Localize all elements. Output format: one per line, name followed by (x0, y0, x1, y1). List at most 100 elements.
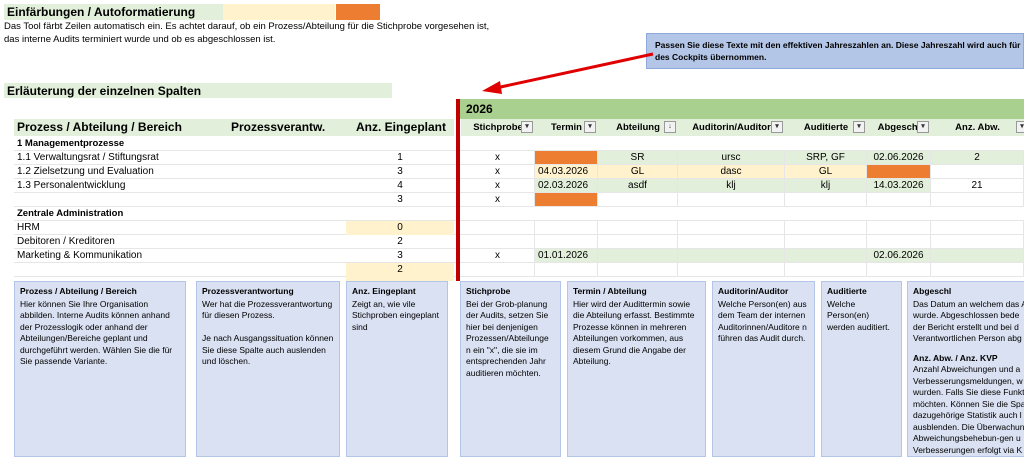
abt-cell[interactable] (598, 193, 678, 207)
auditierte-cell[interactable] (785, 263, 867, 277)
auditor-cell[interactable] (678, 249, 785, 263)
abw-cell[interactable] (931, 221, 1024, 235)
termin-cell[interactable] (535, 263, 598, 277)
year-callout-note: Passen Sie diese Texte mit den effektive… (646, 33, 1024, 69)
header-abteilung[interactable]: Abteilung ↓ (598, 119, 678, 136)
header-termin[interactable]: Termin ▾ (535, 119, 598, 136)
planned-count-cell[interactable]: 3 (346, 165, 454, 179)
year-divider-line (456, 99, 460, 281)
header-stichprobe[interactable]: Stichprobe ▾ (461, 119, 535, 136)
termin-cell[interactable]: 02.03.2026 (535, 179, 598, 193)
filter-dropdown-icon[interactable]: ▾ (1016, 121, 1024, 133)
stich-cell[interactable]: x (461, 179, 535, 193)
auditor-cell[interactable] (678, 193, 785, 207)
explanation-title: Prozess / Abteilung / Bereich (20, 286, 137, 296)
termin-cell[interactable] (535, 151, 598, 165)
abg-cell[interactable] (867, 221, 931, 235)
filter-dropdown-icon[interactable]: ▾ (917, 121, 929, 133)
abt-cell[interactable] (598, 249, 678, 263)
abt-cell[interactable]: SR (598, 151, 678, 165)
abt-cell[interactable]: GL (598, 165, 678, 179)
header-abw[interactable]: Anz. Abw. ▾ (931, 119, 1024, 136)
abw-cell[interactable] (931, 235, 1024, 249)
process-label[interactable]: 1.1 Verwaltungsrat / Stiftungsrat (17, 151, 159, 165)
process-label[interactable]: Debitoren / Kreditoren (17, 235, 115, 249)
group-heading[interactable]: 1 Managementprozesse (17, 137, 124, 151)
filter-dropdown-icon[interactable]: ▾ (521, 121, 533, 133)
termin-cell[interactable] (535, 193, 598, 207)
intro-text-line-1: Das Tool färbt Zeilen automatisch ein. E… (4, 21, 490, 32)
stich-cell[interactable]: x (461, 165, 535, 179)
header-auditierte[interactable]: Auditierte ▾ (785, 119, 867, 136)
auditierte-cell[interactable] (785, 235, 867, 249)
auditierte-cell[interactable]: GL (785, 165, 867, 179)
abw-cell[interactable] (931, 249, 1024, 263)
abg-cell[interactable] (867, 235, 931, 249)
sort-filter-icon[interactable]: ↓ (664, 121, 676, 133)
explanation-box: Abgeschl Das Datum an welchem das A wurde… (907, 281, 1024, 457)
stich-cell[interactable] (461, 263, 535, 277)
termin-cell[interactable] (535, 221, 598, 235)
abw-cell[interactable]: 21 (931, 179, 1024, 193)
planned-count-cell[interactable]: 3 (346, 193, 454, 207)
header-stichprobe-label: Stichprobe (473, 122, 523, 133)
auditor-cell[interactable] (678, 235, 785, 249)
stich-cell[interactable]: x (461, 151, 535, 165)
abg-cell[interactable] (867, 263, 931, 277)
termin-cell[interactable]: 01.01.2026 (535, 249, 598, 263)
termin-cell[interactable] (535, 235, 598, 249)
red-arrow-icon (482, 52, 654, 94)
termin-cell[interactable]: 04.03.2026 (535, 165, 598, 179)
abt-cell[interactable]: asdf (598, 179, 678, 193)
stich-cell[interactable]: x (461, 193, 535, 207)
filter-dropdown-icon[interactable]: ▾ (853, 121, 865, 133)
abw-cell[interactable] (931, 193, 1024, 207)
process-label[interactable]: Marketing & Kommunikation (17, 249, 142, 263)
auditierte-cell[interactable] (785, 193, 867, 207)
auditor-cell[interactable]: dasc (678, 165, 785, 179)
header-auditor[interactable]: Auditorin/Auditor ▾ (678, 119, 785, 136)
auditierte-cell[interactable]: SRP, GF (785, 151, 867, 165)
year-label: 2026 (466, 102, 493, 116)
abw-cell[interactable]: 2 (931, 151, 1024, 165)
header-abgeschl[interactable]: Abgeschl ▾ (867, 119, 931, 136)
explanation-box: Prozess / Abteilung / Bereich Hier können… (14, 281, 186, 457)
planned-count-cell[interactable]: 0 (346, 221, 454, 235)
stich-cell[interactable] (461, 221, 535, 235)
auditor-cell[interactable]: klj (678, 179, 785, 193)
stich-cell[interactable] (461, 235, 535, 249)
abg-cell[interactable] (867, 165, 931, 179)
auditor-cell[interactable] (678, 263, 785, 277)
group-heading[interactable]: Zentrale Administration (17, 207, 123, 221)
abg-cell[interactable]: 02.06.2026 (867, 249, 931, 263)
auditor-cell[interactable] (678, 221, 785, 235)
explanation-body: Hier können Sie Ihre Organisation abbild… (20, 298, 173, 367)
stich-cell[interactable]: x (461, 249, 535, 263)
explanation-title: Anz. Eingeplant (352, 286, 416, 296)
process-label[interactable]: HRM (17, 221, 40, 235)
planned-count-cell[interactable]: 4 (346, 179, 454, 193)
abg-cell[interactable] (867, 193, 931, 207)
planned-count-cell[interactable]: 2 (346, 263, 454, 277)
planned-count-cell[interactable]: 1 (346, 151, 454, 165)
process-label[interactable]: 1.2 Zielsetzung und Evaluation (17, 165, 154, 179)
explanation-box: Prozessverantwortung Wer hat die Prozessv… (196, 281, 340, 457)
auditierte-cell[interactable] (785, 249, 867, 263)
abw-cell[interactable] (931, 165, 1024, 179)
abw-cell[interactable] (931, 263, 1024, 277)
filter-dropdown-icon[interactable]: ▾ (771, 121, 783, 133)
auditierte-cell[interactable] (785, 221, 867, 235)
explanation-body: Zeigt an, wie vile Stichproben eingeplan… (352, 298, 439, 332)
auditierte-cell[interactable]: klj (785, 179, 867, 193)
abt-cell[interactable] (598, 221, 678, 235)
abg-cell[interactable]: 02.06.2026 (867, 151, 931, 165)
process-label[interactable]: 1.3 Personalentwicklung (17, 179, 125, 193)
planned-count-cell[interactable]: 3 (346, 249, 454, 263)
abt-cell[interactable] (598, 235, 678, 249)
filter-dropdown-icon[interactable]: ▾ (584, 121, 596, 133)
planned-count-cell[interactable]: 2 (346, 235, 454, 249)
abg-cell[interactable]: 14.03.2026 (867, 179, 931, 193)
abt-cell[interactable] (598, 263, 678, 277)
auditor-cell[interactable]: ursc (678, 151, 785, 165)
explanation-title: Auditorin/Auditor (718, 286, 789, 296)
